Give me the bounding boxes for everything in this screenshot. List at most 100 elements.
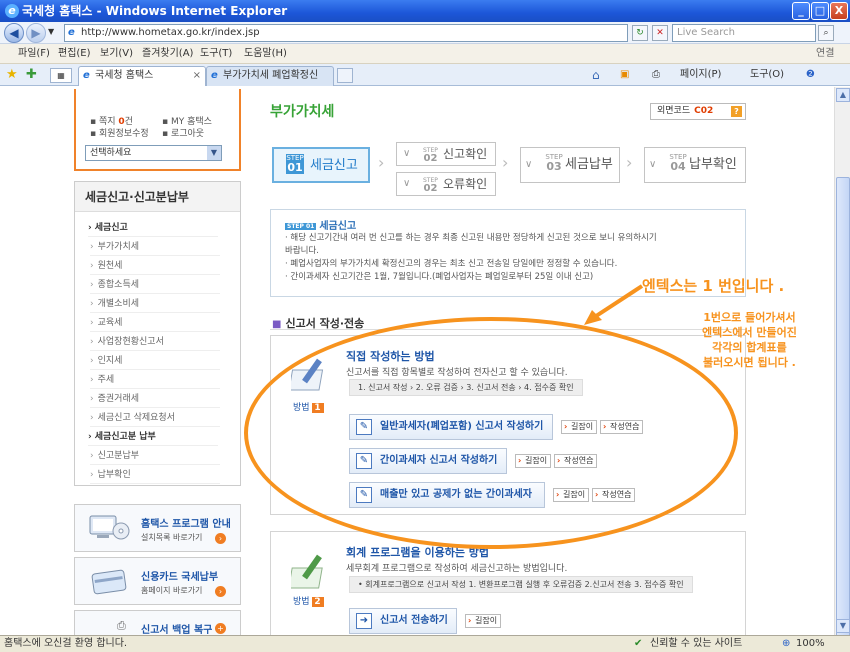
- backup-restore-banner[interactable]: ⎙ 신고서 백업 복구 +: [74, 610, 241, 635]
- step-tax-report[interactable]: STEP 01 세금신고: [272, 147, 370, 183]
- chevron-down-icon: ∨: [649, 159, 657, 170]
- page-title: 부가가치세: [270, 104, 335, 120]
- search-input[interactable]: Live Search: [672, 24, 816, 42]
- back-button[interactable]: ◀: [4, 23, 24, 43]
- step-label: 오류확인: [443, 177, 488, 191]
- zoom-level[interactable]: 100%: [796, 636, 825, 652]
- menu-file[interactable]: 파일(F): [18, 44, 50, 64]
- sidebar-item[interactable]: 세금신고분 납부: [88, 428, 218, 446]
- service-select[interactable]: 선택하세요 ▼: [85, 145, 222, 161]
- program-guide-banner[interactable]: 홈택스 프로그램 안내 설치목록 바로가기 ›: [74, 504, 241, 552]
- sidebar-item[interactable]: 개별소비세: [90, 295, 220, 313]
- scroll-down-icon[interactable]: ▼: [836, 619, 850, 633]
- tab-close-icon[interactable]: ×: [193, 67, 201, 85]
- sidebar-item[interactable]: 세금신고: [88, 219, 218, 237]
- sidebar-item[interactable]: 증권거래세: [90, 390, 220, 408]
- help-button[interactable]: ?: [731, 106, 742, 117]
- refresh-icon[interactable]: ↻: [632, 25, 648, 41]
- url-input[interactable]: http://www.hometax.go.kr/index.jsp: [64, 24, 628, 42]
- menu-view[interactable]: 보기(V): [100, 44, 133, 64]
- tab-vat[interactable]: 부가가치세 폐업확정신고...: [206, 66, 334, 99]
- plus-icon: +: [215, 623, 226, 634]
- help-icon[interactable]: ❷: [806, 67, 815, 83]
- notice-line: 바랍니다.: [285, 246, 319, 256]
- sidebar-item[interactable]: 종합소득세: [90, 276, 220, 294]
- notice-title: STEP 01 세금신고: [285, 221, 357, 232]
- menu-links[interactable]: 연결: [816, 44, 834, 64]
- add-favorites-icon[interactable]: ✚: [26, 67, 37, 82]
- menu-help[interactable]: 도움말(H): [244, 44, 287, 64]
- computer-cd-icon: [89, 515, 130, 540]
- notice-tag: STEP 01: [285, 222, 317, 230]
- menu-bar: 파일(F) 편집(E) 보기(V) 즐겨찾기(A) 도구(T) 도움말(H) 연…: [0, 44, 850, 64]
- card-payment-banner[interactable]: 신용카드 국세납부 홈페이지 바로가기 ›: [74, 557, 241, 605]
- new-tab-button[interactable]: [337, 68, 353, 83]
- send-report-button[interactable]: ➜ 신고서 전송하기: [349, 608, 457, 634]
- method-flow: • 회계프로그램으로 신고서 작성 1. 변환프로그램 실행 후 오류검증 2.…: [349, 576, 693, 593]
- step-report-check[interactable]: ∨ STEP 02 신고확인: [396, 142, 496, 166]
- step-arrow-icon: ›: [626, 153, 633, 172]
- step-tax-payment[interactable]: ∨ STEP 03 세금납부: [520, 147, 620, 183]
- history-dropdown-icon[interactable]: ▼: [48, 27, 54, 36]
- step-error-check[interactable]: ∨ STEP 02 오류확인: [396, 172, 496, 196]
- print-icon[interactable]: ⎙: [652, 67, 660, 83]
- vertical-scrollbar[interactable]: ▲ ▼: [834, 87, 850, 637]
- sidebar-item[interactable]: 인지세: [90, 352, 220, 370]
- window-titlebar: e 국세청 홈택스 - Windows Internet Explorer _ …: [0, 0, 850, 22]
- card-payment-title: 신용카드 국세납부: [141, 572, 219, 583]
- address-bar: ◀ ▶ ▼ http://www.hometax.go.kr/index.jsp…: [0, 22, 850, 44]
- tools-menu[interactable]: 도구(O): [750, 67, 784, 83]
- minimize-button[interactable]: _: [792, 2, 810, 20]
- scroll-up-icon[interactable]: ▲: [836, 88, 850, 102]
- tab-hometax[interactable]: 국세청 홈택스 ×: [78, 66, 206, 86]
- favorites-star-icon[interactable]: ★: [6, 67, 18, 82]
- backup-restore-title: 신고서 백업 복구: [141, 625, 213, 635]
- stop-icon[interactable]: ✕: [652, 25, 668, 41]
- annotation-headline: 엔텍스는 1 번입니다 .: [642, 277, 785, 295]
- annotation-note: 1번으로 들어가셔서 엔텍스에서 만들어진 각각의 합계표를 불러오시면 됩니다…: [702, 310, 797, 370]
- sidebar-item[interactable]: 교육세: [90, 314, 220, 332]
- annotation-line: 엔텍스에서 만들어진: [702, 326, 797, 339]
- scroll-thumb[interactable]: [836, 177, 850, 637]
- step-label: 신고확인: [443, 147, 488, 161]
- screen-code-label: 외면코드: [657, 106, 691, 116]
- send-icon: ➜: [356, 613, 372, 629]
- sidebar-item[interactable]: 주세: [90, 371, 220, 389]
- credit-card-icon: [91, 569, 127, 595]
- page-menu[interactable]: 페이지(P): [680, 67, 721, 83]
- sidebar-item[interactable]: 세금신고 삭제요청서: [90, 409, 220, 427]
- sidebar-item[interactable]: 사업장현황신고서: [90, 333, 220, 351]
- logout-link[interactable]: ▪ 로그아웃: [162, 129, 204, 140]
- sidebar-item[interactable]: 원천세: [90, 257, 220, 275]
- menu-favorites[interactable]: 즐겨찾기(A): [142, 44, 193, 64]
- notice-line: · 폐업사업자의 부가가치세 확정신고의 경우는 최초 신고 전송일 당일에만 …: [285, 259, 618, 269]
- guide-button[interactable]: 길잡이: [465, 614, 502, 628]
- window-title: 국세청 홈택스 - Windows Internet Explorer: [22, 4, 288, 18]
- search-icon[interactable]: ⌕: [818, 25, 834, 41]
- forward-button[interactable]: ▶: [26, 23, 46, 43]
- annotation-oval: [244, 317, 738, 549]
- method-badge: 방법 2: [293, 594, 324, 607]
- sidebar-item[interactable]: 신고분납부: [90, 447, 220, 465]
- sidebar-item[interactable]: 부가가치세: [90, 238, 220, 256]
- feeds-icon[interactable]: ▣: [620, 67, 629, 83]
- maximize-button[interactable]: □: [811, 2, 829, 20]
- button-label: 신고서 전송하기: [380, 615, 448, 626]
- step-label: 세금신고: [310, 158, 358, 173]
- security-zone[interactable]: 신뢰할 수 있는 사이트: [650, 636, 742, 652]
- menu-tools[interactable]: 도구(T): [200, 44, 232, 64]
- menu-edit[interactable]: 편집(E): [58, 44, 91, 64]
- edit-info-link[interactable]: ▪ 회원정보수정: [90, 129, 149, 140]
- quick-tabs-icon[interactable]: ▦: [50, 68, 72, 83]
- go-icon: ›: [215, 586, 226, 597]
- zoom-icon: ⊕: [782, 638, 791, 649]
- my-hometax-link[interactable]: ▪ MY 홈택스: [162, 117, 212, 128]
- step-payment-check[interactable]: ∨ STEP 04 납부확인: [644, 147, 746, 183]
- step-label: 세금납부: [565, 157, 613, 172]
- home-icon[interactable]: ⌂: [592, 67, 600, 83]
- close-button[interactable]: X: [830, 2, 848, 20]
- step-number: STEP 02: [423, 177, 438, 194]
- sidebar-item[interactable]: 납부확인: [90, 466, 220, 484]
- service-select-value: 선택하세요: [90, 148, 132, 158]
- note-link[interactable]: ▪ 쪽지 0건: [90, 117, 133, 128]
